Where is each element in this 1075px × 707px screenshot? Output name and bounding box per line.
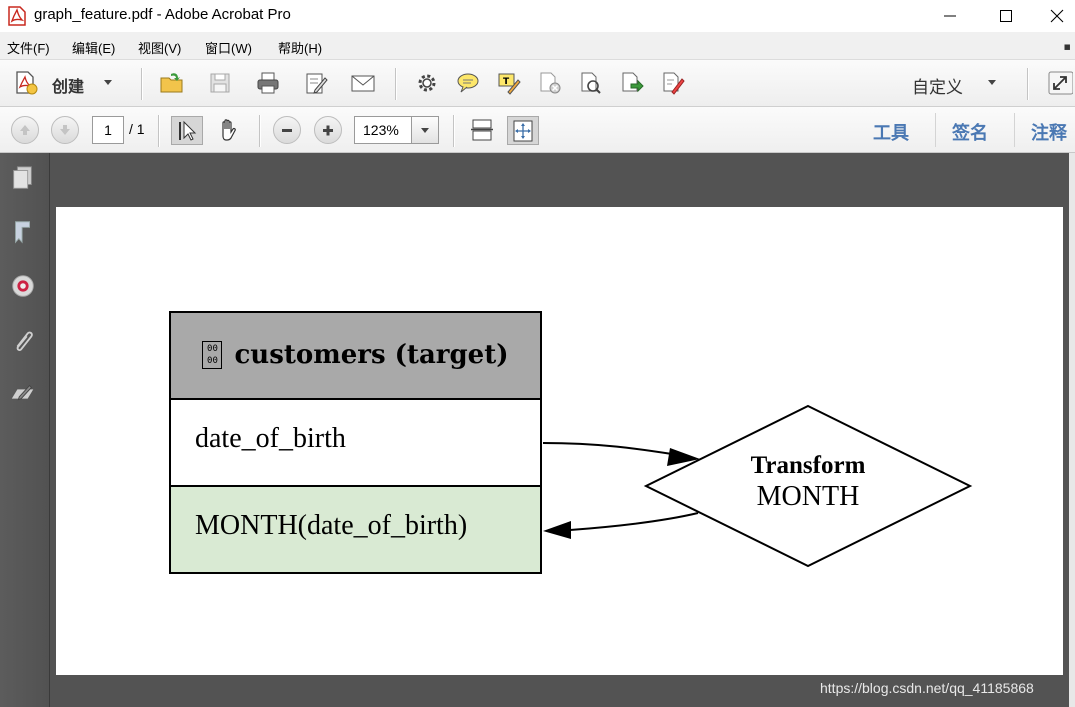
field-date-of-birth: date_of_birth [195,423,346,454]
edge-arrowhead [543,521,571,539]
entity-title-text: customers (target) [234,340,509,370]
transform-primitive: MONTH [756,481,860,512]
entity-glyph-icon: 00 00 [202,341,223,369]
transform-title: Transform [750,452,866,479]
field-month-date-of-birth: MONTH(date_of_birth) [195,510,468,541]
entity-title: 00 00 customers (target) [171,312,540,398]
feature-graph: 00 00 customers (target) date_of_birth MO… [0,0,1075,707]
watermark-text: https://blog.csdn.net/qq_41185868 [820,680,1034,696]
edge-transform-to-derived [569,512,699,531]
